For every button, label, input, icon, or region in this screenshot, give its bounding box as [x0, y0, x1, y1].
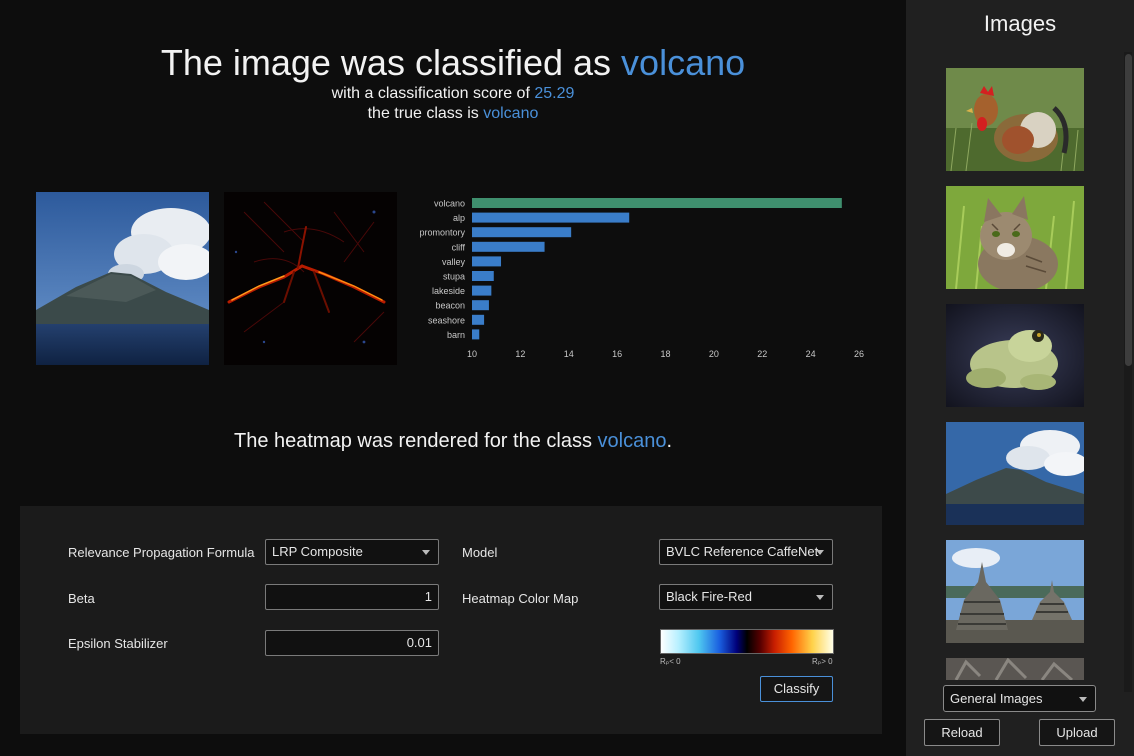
chevron-down-icon [1079, 697, 1087, 702]
category-label: stupa [443, 272, 465, 282]
predicted-class: volcano [621, 42, 746, 83]
classification-headline: The image was classified as volcano [0, 42, 906, 84]
score-bar [472, 285, 492, 296]
x-tick-label: 20 [709, 349, 719, 359]
x-tick-label: 16 [612, 349, 622, 359]
sidebar-scrollbar-thumb[interactable] [1125, 54, 1132, 366]
score-line: with a classification score of 25.29 [0, 85, 906, 103]
colormap-value: Black Fire-Red [666, 589, 752, 604]
colormap-preview [660, 629, 834, 654]
headline-prefix: The image was classified as [160, 42, 622, 83]
heatmap-note-prefix: The heatmap was rendered for the class [233, 430, 598, 452]
main-area: The image was classified as volcano with… [0, 0, 906, 756]
category-label: valley [442, 257, 466, 267]
x-tick-label: 24 [806, 349, 816, 359]
score-prefix: with a classification score of [331, 85, 535, 102]
thumbnail-rooster[interactable] [946, 68, 1084, 171]
model-select[interactable]: BVLC Reference CaffeNet [659, 539, 833, 565]
colormap-label: Heatmap Color Map [462, 591, 579, 606]
score-bar [472, 314, 485, 325]
settings-panel: Relevance Propagation Formula LRP Compos… [20, 506, 882, 734]
formula-select[interactable]: LRP Composite [265, 539, 439, 565]
chevron-down-icon [816, 550, 824, 555]
x-tick-label: 14 [564, 349, 574, 359]
image-sidebar: Images General Images Reload Upload [906, 0, 1134, 756]
chevron-down-icon [816, 595, 824, 600]
relevance-heatmap [224, 192, 397, 365]
epsilon-input[interactable]: 0.01 [265, 630, 439, 656]
chevron-down-icon [422, 550, 430, 555]
classify-button[interactable]: Classify [760, 676, 833, 702]
x-tick-label: 18 [660, 349, 670, 359]
x-tick-label: 26 [854, 349, 864, 359]
category-label: volcano [434, 199, 465, 209]
score-bar [472, 241, 545, 252]
x-tick-label: 10 [467, 349, 477, 359]
epsilon-label: Epsilon Stabilizer [68, 636, 168, 651]
category-label: beacon [435, 301, 465, 311]
input-image [36, 192, 209, 365]
category-label: promontory [419, 228, 465, 238]
heatmap-note-suffix: . [666, 430, 673, 452]
score-bar [472, 256, 502, 267]
classification-score: 25.29 [534, 85, 575, 102]
beta-label: Beta [68, 591, 95, 606]
category-label: barn [447, 330, 465, 340]
x-tick-label: 22 [757, 349, 767, 359]
score-bar [472, 198, 842, 208]
thumbnail-stupa[interactable] [946, 540, 1084, 643]
category-label: cliff [452, 242, 466, 252]
category-label: alp [453, 213, 465, 223]
score-bar [472, 271, 494, 281]
upload-button[interactable]: Upload [1039, 719, 1115, 746]
image-set-select[interactable]: General Images [943, 685, 1096, 712]
score-bar [472, 329, 480, 340]
true-class-prefix: the true class is [367, 105, 484, 122]
true-class-line: the true class is volcano [0, 105, 906, 123]
reload-button[interactable]: Reload [924, 719, 1000, 746]
true-class: volcano [483, 105, 539, 122]
thumbnail-frog[interactable] [946, 304, 1084, 407]
heatmap-class: volcano [597, 430, 667, 452]
model-value: BVLC Reference CaffeNet [666, 544, 819, 559]
formula-label: Relevance Propagation Formula [68, 545, 255, 560]
colormap-negative-label: Rₚ< 0 [660, 657, 681, 666]
colormap-select[interactable]: Black Fire-Red [659, 584, 833, 610]
category-label: seashore [428, 315, 465, 325]
images-title: Images [983, 11, 1057, 36]
score-bar [472, 212, 630, 223]
class-score-chart: volcano alp promontory cliff valley stupa lake… [419, 198, 864, 359]
thumbnail-volcano[interactable] [946, 422, 1084, 525]
category-label: lakeside [432, 286, 465, 296]
x-tick-label: 12 [515, 349, 525, 359]
beta-input[interactable]: 1 [265, 584, 439, 610]
thumbnail-stone-carving[interactable] [946, 658, 1084, 680]
score-bar [472, 300, 489, 311]
model-label: Model [462, 545, 498, 560]
score-bar [472, 227, 572, 238]
formula-value: LRP Composite [272, 544, 363, 559]
heatmap-note: The heatmap was rendered for the class v… [0, 430, 906, 453]
image-set-value: General Images [950, 691, 1043, 706]
colormap-positive-label: Rₚ> 0 [812, 657, 833, 666]
thumbnail-cat[interactable] [946, 186, 1084, 289]
